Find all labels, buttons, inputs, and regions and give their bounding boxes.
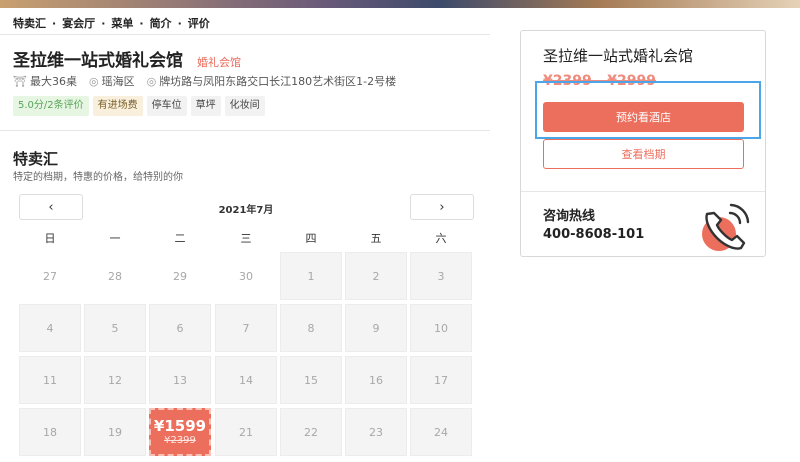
- address-text: 牌坊路与凤阳东路交口长江180艺术街区1-2号楼: [159, 75, 397, 88]
- weekday-label: 六: [435, 232, 447, 245]
- special-price: ¥1599: [153, 416, 207, 435]
- dressing-room-tag: 化妆间: [224, 96, 265, 116]
- calendar-day[interactable]: 1: [280, 252, 342, 300]
- calendar-day[interactable]: 3: [410, 252, 472, 300]
- booking-card: 圣拉维一站式婚礼会馆 ¥2399 - ¥2999 预约看酒店 查看档期 咨询热线…: [520, 30, 766, 257]
- nav-separator: ·: [139, 16, 144, 30]
- calendar-day[interactable]: 6: [149, 304, 211, 352]
- specials-subtitle: 特定的档期，特惠的价格，给特别的你: [13, 172, 183, 183]
- venue-header: 圣拉维一站式婚礼会馆 婚礼会馆: [13, 46, 241, 71]
- calendar-day: 28: [108, 269, 122, 283]
- section-divider: [0, 130, 490, 131]
- calendar-day[interactable]: 24: [410, 408, 472, 456]
- weekday-label: 日: [44, 232, 56, 245]
- calendar-prev-button[interactable]: ‹: [19, 194, 83, 220]
- capacity-info: ⛩ 最大36桌: [13, 73, 77, 89]
- location-pin-icon: ◎: [146, 74, 157, 88]
- calendar-day[interactable]: 2: [345, 252, 407, 300]
- calendar-day[interactable]: 23: [345, 408, 407, 456]
- section-nav: 特卖汇 · 宴会厅 · 菜单 · 简介 · 评价: [13, 14, 210, 32]
- lawn-tag: 草坪: [190, 96, 221, 116]
- nav-separator: ·: [52, 16, 57, 30]
- nav-item-reviews[interactable]: 评价: [188, 15, 210, 31]
- nav-divider: [0, 34, 490, 35]
- calendar-day[interactable]: 18: [19, 408, 81, 456]
- calendar-day[interactable]: 16: [345, 356, 407, 404]
- card-divider: [521, 191, 765, 192]
- weekday-label: 二: [174, 232, 186, 245]
- calendar-day: 30: [239, 269, 253, 283]
- nav-item-banquet-halls[interactable]: 宴会厅: [62, 15, 95, 31]
- district-text: 瑶海区: [101, 75, 135, 88]
- calendar-day[interactable]: 5: [84, 304, 146, 352]
- weekday-label: 一: [109, 232, 121, 245]
- nav-separator: ·: [177, 16, 182, 30]
- calendar-day[interactable]: 10: [410, 304, 472, 352]
- venue-info-row: ⛩ 最大36桌 ◎ 瑶海区 ◎ 牌坊路与凤阳东路交口长江180艺术街区1-2号楼: [13, 73, 408, 89]
- rating-tag[interactable]: 5.0分/2条评价: [13, 96, 89, 116]
- calendar-day[interactable]: 15: [280, 356, 342, 404]
- calendar-day[interactable]: 9: [345, 304, 407, 352]
- district-info: ◎ 瑶海区: [89, 73, 135, 89]
- nav-item-menu[interactable]: 菜单: [111, 15, 133, 31]
- parking-tag: 停车位: [146, 96, 187, 116]
- calendar-next-button[interactable]: ›: [410, 194, 474, 220]
- calendar-day[interactable]: 13: [149, 356, 211, 404]
- calendar-day[interactable]: 21: [215, 408, 277, 456]
- nav-item-specials[interactable]: 特卖汇: [13, 15, 46, 31]
- nav-separator: ·: [101, 16, 106, 30]
- calendar-day[interactable]: 11: [19, 356, 81, 404]
- special-original-price: ¥2399: [164, 434, 196, 446]
- calendar-day[interactable]: 7: [215, 304, 277, 352]
- calendar-special-day[interactable]: ¥1599 ¥2399: [149, 408, 211, 456]
- calendar-day[interactable]: 12: [84, 356, 146, 404]
- card-venue-title: 圣拉维一站式婚礼会馆: [543, 47, 694, 65]
- calendar-day[interactable]: 17: [410, 356, 472, 404]
- table-icon: ⛩: [13, 74, 27, 88]
- phone-icon: [702, 203, 750, 251]
- calendar-day[interactable]: 19: [84, 408, 146, 456]
- venue-category-tag: 婚礼会馆: [197, 56, 241, 69]
- weekday-label: 三: [240, 232, 252, 245]
- book-visit-button[interactable]: 预约看酒店: [543, 102, 744, 132]
- venue-title: 圣拉维一站式婚礼会馆: [13, 51, 183, 71]
- calendar-day: 27: [43, 269, 57, 283]
- address-info: ◎ 牌坊路与凤阳东路交口长江180艺术街区1-2号楼: [147, 73, 397, 89]
- venue-tags: 5.0分/2条评价 有进场费 停车位 草坪 化妆间: [13, 96, 269, 116]
- calendar-month-label: 2021年7月: [218, 205, 274, 216]
- location-pin-icon: ◎: [88, 74, 99, 88]
- weekday-label: 四: [305, 232, 317, 245]
- calendar-day[interactable]: 8: [280, 304, 342, 352]
- entry-fee-tag: 有进场费: [92, 96, 143, 116]
- view-schedule-button[interactable]: 查看档期: [543, 139, 744, 169]
- calendar-day[interactable]: 4: [19, 304, 81, 352]
- weekday-label: 五: [370, 232, 382, 245]
- specials-title: 特卖汇: [13, 150, 59, 168]
- nav-item-intro[interactable]: 简介: [150, 15, 172, 31]
- top-banner-image: [0, 0, 800, 8]
- calendar-day: 29: [173, 269, 187, 283]
- hotline-label: 咨询热线: [543, 209, 596, 224]
- hotline-number[interactable]: 400-8608-101: [543, 227, 644, 242]
- calendar-day[interactable]: 14: [215, 356, 277, 404]
- capacity-text: 最大36桌: [29, 75, 77, 88]
- calendar-day[interactable]: 22: [280, 408, 342, 456]
